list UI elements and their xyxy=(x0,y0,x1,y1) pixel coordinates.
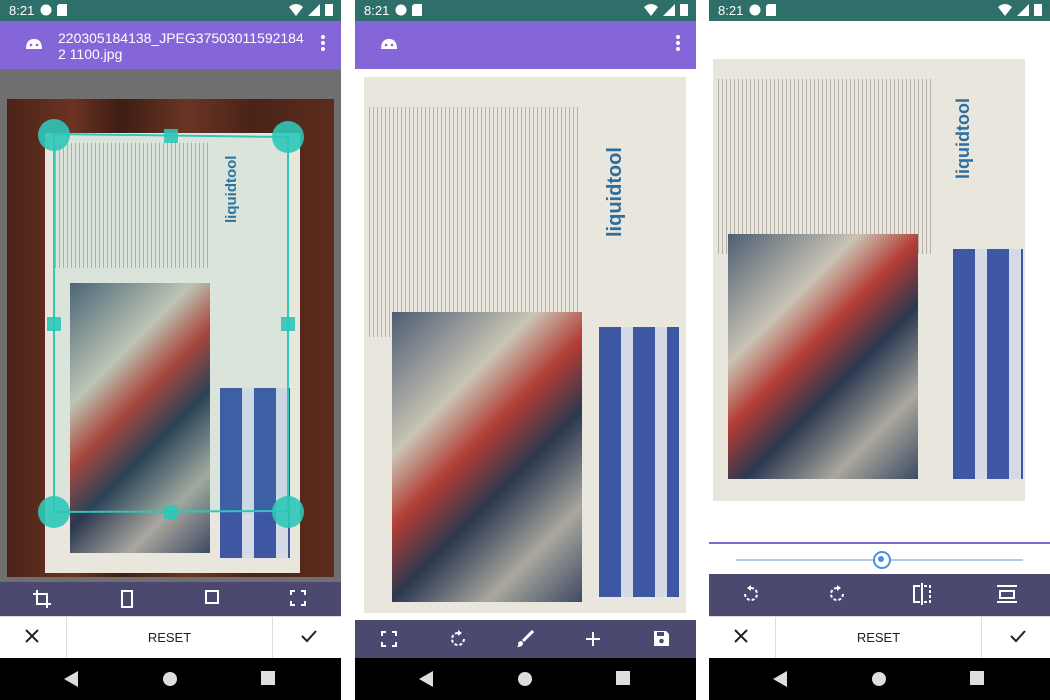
crop-actions: RESET xyxy=(0,616,341,659)
rotate-preview: liquidtool xyxy=(709,21,1050,542)
wifi-icon xyxy=(644,3,658,16)
notification-icon xyxy=(749,4,761,16)
confirm-icon[interactable] xyxy=(301,629,317,643)
fullscreen-icon[interactable] xyxy=(381,631,397,647)
photo-in-page xyxy=(728,234,918,479)
app-bar xyxy=(355,21,696,69)
square-icon[interactable] xyxy=(205,590,219,604)
battery-icon xyxy=(325,4,333,16)
product-image xyxy=(953,249,1023,479)
crop-handle-top-left[interactable] xyxy=(38,119,70,151)
document-preview: liquidtool xyxy=(355,69,696,620)
rotate-right-icon[interactable] xyxy=(828,585,846,603)
android-icon xyxy=(26,39,42,49)
crop-handle-bottom-right[interactable] xyxy=(272,496,304,528)
status-bar: 8:21 xyxy=(709,0,1050,21)
crop-handle-top[interactable] xyxy=(164,129,178,143)
battery-icon xyxy=(680,4,688,16)
save-icon[interactable] xyxy=(653,630,670,647)
wifi-icon xyxy=(998,3,1012,16)
status-time: 8:21 xyxy=(364,3,390,18)
flip-icon[interactable] xyxy=(912,583,932,605)
edit-screen: 8:21 liquidtool xyxy=(355,0,696,700)
status-bar: 8:21 xyxy=(355,0,696,21)
more-options-icon[interactable] xyxy=(321,35,325,51)
system-nav-bar xyxy=(0,658,341,700)
crop-handle-bottom[interactable] xyxy=(164,505,178,519)
crop-toolbar xyxy=(0,582,341,616)
sd-card-icon xyxy=(766,4,776,16)
rotate-left-icon[interactable] xyxy=(742,585,760,603)
status-time: 8:21 xyxy=(9,3,35,18)
status-bar: 8:21 xyxy=(0,0,341,21)
recents-icon[interactable] xyxy=(261,671,275,685)
crop-handle-left[interactable] xyxy=(47,317,61,331)
android-icon xyxy=(381,39,397,49)
portrait-icon[interactable] xyxy=(121,590,133,608)
brand-logo: liquidtool xyxy=(604,147,626,237)
signal-icon xyxy=(663,3,675,16)
recents-icon[interactable] xyxy=(616,671,630,685)
rotate-actions: RESET xyxy=(709,616,1050,659)
brush-icon[interactable] xyxy=(516,630,534,648)
confirm-icon[interactable] xyxy=(1010,629,1026,643)
app-bar: 220305184138_JPEG375030115921842 1100.jp… xyxy=(0,21,341,69)
crop-handle-right[interactable] xyxy=(281,317,295,331)
signal-icon xyxy=(308,3,320,16)
crop-photo-area: liquidtool xyxy=(0,69,341,582)
reset-button[interactable]: RESET xyxy=(66,617,273,659)
sd-card-icon xyxy=(412,4,422,16)
scanned-page: liquidtool xyxy=(713,59,1025,501)
back-icon[interactable] xyxy=(64,671,78,687)
fullscreen-icon[interactable] xyxy=(290,590,306,606)
edit-toolbar xyxy=(355,620,696,658)
add-icon[interactable] xyxy=(585,631,601,647)
recents-icon[interactable] xyxy=(970,671,984,685)
crop-icon[interactable] xyxy=(33,590,51,608)
cancel-icon[interactable] xyxy=(734,629,748,643)
system-nav-bar xyxy=(709,658,1050,700)
scanned-page: liquidtool xyxy=(364,77,686,613)
home-icon[interactable] xyxy=(517,671,533,687)
system-nav-bar xyxy=(355,658,696,700)
home-icon[interactable] xyxy=(162,671,178,687)
notification-icon xyxy=(40,4,52,16)
wifi-icon xyxy=(289,3,303,16)
notification-icon xyxy=(395,4,407,16)
rotate-toolbar xyxy=(709,574,1050,616)
sd-card-icon xyxy=(57,4,67,16)
brand-logo: liquidtool xyxy=(953,98,973,179)
cancel-icon[interactable] xyxy=(25,629,39,643)
back-icon[interactable] xyxy=(419,671,433,687)
more-options-icon[interactable] xyxy=(676,35,680,51)
rotation-slider[interactable] xyxy=(709,542,1050,576)
battery-icon xyxy=(1034,4,1042,16)
rotate-icon[interactable] xyxy=(449,630,467,648)
signal-icon xyxy=(1017,3,1029,16)
rotate-screen: 8:21 liquidtool RESET xyxy=(709,0,1050,700)
crop-screen: 8:21 220305184138_JPEG375030115921842 11… xyxy=(0,0,341,700)
status-time: 8:21 xyxy=(718,3,744,18)
crop-handle-bottom-left[interactable] xyxy=(38,496,70,528)
back-icon[interactable] xyxy=(773,671,787,687)
align-icon[interactable] xyxy=(997,585,1017,603)
reset-button[interactable]: RESET xyxy=(775,617,982,659)
photo-in-page xyxy=(392,312,582,602)
file-title: 220305184138_JPEG375030115921842 1100.jp… xyxy=(58,30,304,62)
home-icon[interactable] xyxy=(871,671,887,687)
crop-handle-top-right[interactable] xyxy=(272,121,304,153)
product-image xyxy=(599,327,679,597)
